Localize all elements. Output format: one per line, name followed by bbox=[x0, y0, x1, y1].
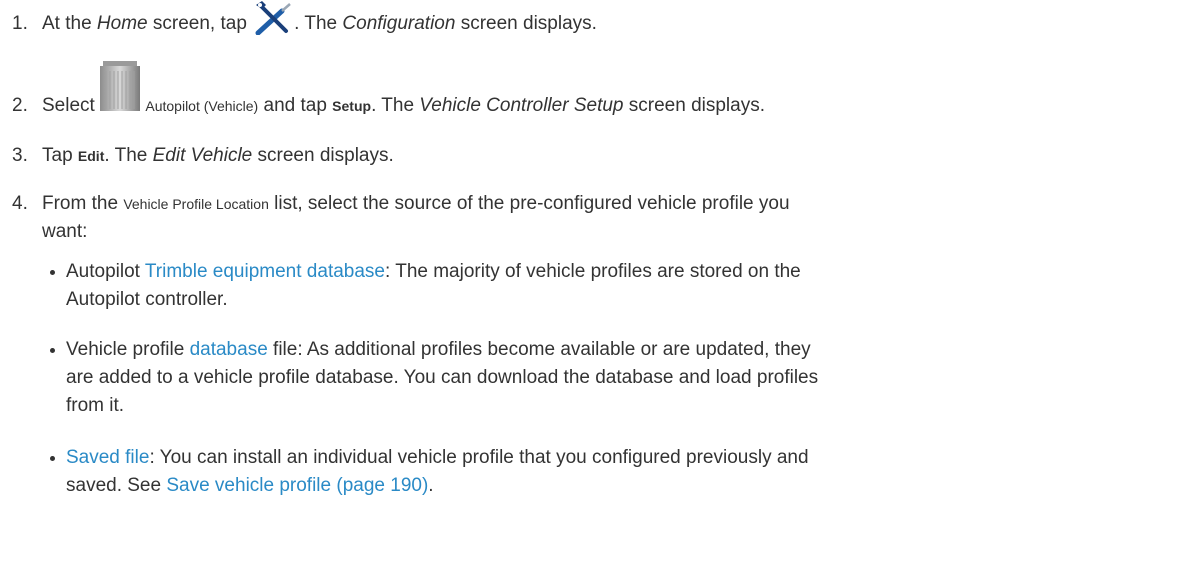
wrench-screwdriver-icon bbox=[252, 0, 294, 36]
autopilot-controller-icon bbox=[100, 61, 141, 111]
edit-button-label: Edit bbox=[77, 148, 105, 164]
bullet-dot bbox=[50, 348, 55, 353]
step-number: 1. bbox=[12, 13, 28, 34]
trimble-equipment-database-link[interactable]: Trimble equipment database bbox=[145, 261, 385, 282]
autopilot-vehicle-label: Autopilot (Vehicle) bbox=[145, 98, 259, 114]
saved-file-link[interactable]: Saved file bbox=[66, 447, 149, 468]
step-number: 2. bbox=[12, 95, 28, 116]
save-vehicle-profile-link[interactable]: Save vehicle profile (page 190) bbox=[166, 475, 428, 496]
vehicle-controller-setup-name: Vehicle Controller Setup bbox=[419, 95, 624, 116]
step-text: From the Vehicle Profile Location list, … bbox=[42, 193, 790, 242]
vehicle-profile-location-label: Vehicle Profile Location bbox=[123, 196, 269, 212]
home-screen-name: Home bbox=[96, 13, 148, 34]
step-text: At the Home screen, tap . The Configurat… bbox=[42, 0, 1162, 38]
bullet-dot bbox=[50, 270, 55, 275]
step-text: Tap Edit. The Edit Vehicle screen displa… bbox=[42, 145, 394, 166]
step-number: 3. bbox=[12, 145, 28, 166]
setup-button-label: Setup bbox=[332, 98, 372, 114]
database-link[interactable]: database bbox=[190, 339, 268, 360]
step-number: 4. bbox=[12, 193, 28, 214]
configuration-screen-name: Configuration bbox=[342, 13, 456, 34]
bullet-dot bbox=[50, 456, 55, 461]
step-text: Select Autopilot (Vehicle) and tap Setup… bbox=[42, 61, 1162, 120]
edit-vehicle-screen-name: Edit Vehicle bbox=[152, 145, 253, 166]
